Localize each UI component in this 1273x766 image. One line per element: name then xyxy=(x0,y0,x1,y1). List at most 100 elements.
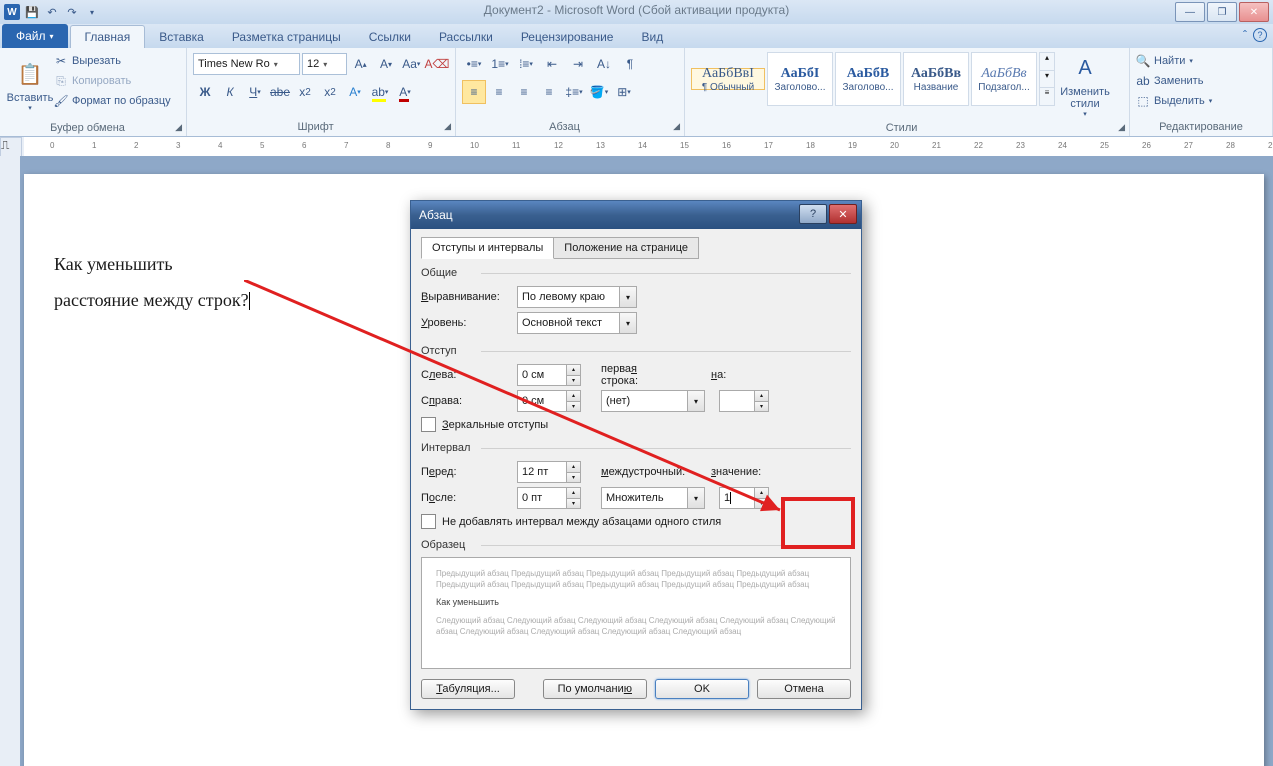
scroll-down-icon[interactable]: ▾ xyxy=(1040,70,1054,88)
ok-button[interactable]: OK xyxy=(655,679,749,699)
style-title[interactable]: АаБбВвНазвание xyxy=(903,52,969,106)
style-heading2[interactable]: АаБбВЗаголово... xyxy=(835,52,901,106)
borders-button[interactable]: ⊞▾ xyxy=(612,80,636,104)
style-gallery[interactable]: АаБбВвІ¶ Обычный АаБбІЗаголово... АаБбВЗ… xyxy=(691,52,1055,106)
styles-launcher-icon[interactable]: ◢ xyxy=(1118,122,1125,133)
highlight-button[interactable]: ab▾ xyxy=(368,80,392,104)
tab-insert[interactable]: Вставка xyxy=(145,26,218,48)
line-spacing-button[interactable]: ‡≡▾ xyxy=(562,80,586,104)
style-gallery-scroll[interactable]: ▴ ▾ ≡ xyxy=(1039,52,1055,106)
tabs-button[interactable]: Табуляция... xyxy=(421,679,515,699)
qat-dropdown-icon[interactable]: ▾ xyxy=(84,4,100,20)
horizontal-ruler[interactable]: ⎍ -1012345678910111213141516171819202122… xyxy=(0,137,1273,158)
text-effects-button[interactable]: A▾ xyxy=(343,80,367,104)
font-size-combo[interactable]: 12▾ xyxy=(302,53,347,75)
font-name-combo[interactable]: Times New Ro▾ xyxy=(193,53,300,75)
format-painter-button[interactable]: 🖌Формат по образцу xyxy=(54,92,171,110)
level-select[interactable]: Основной текст▾ xyxy=(517,312,637,334)
style-heading1[interactable]: АаБбІЗаголово... xyxy=(767,52,833,106)
justify-button[interactable]: ≡ xyxy=(537,80,561,104)
firstline-select[interactable]: (нет)▾ xyxy=(601,390,705,412)
dialog-titlebar[interactable]: Абзац ? ✕ xyxy=(411,201,861,229)
line-spacing-select[interactable]: Множитель▾ xyxy=(601,487,705,509)
indent-increase-button[interactable]: ⇥ xyxy=(566,52,590,76)
subscript-button[interactable]: x2 xyxy=(293,80,317,104)
spin-down-icon[interactable]: ▾ xyxy=(566,402,580,412)
dialog-help-button[interactable]: ? xyxy=(799,204,827,224)
tab-references[interactable]: Ссылки xyxy=(355,26,425,48)
superscript-button[interactable]: x2 xyxy=(318,80,342,104)
tab-home[interactable]: Главная xyxy=(70,25,146,48)
tab-review[interactable]: Рецензирование xyxy=(507,26,628,48)
copy-button[interactable]: ⎘Копировать xyxy=(54,72,171,90)
spin-up-icon[interactable]: ▴ xyxy=(566,391,580,402)
at-spinner[interactable]: 1▴▾ xyxy=(719,487,769,509)
spin-down-icon[interactable]: ▾ xyxy=(566,376,580,386)
clear-format-button[interactable]: A⌫ xyxy=(425,52,449,76)
spin-up-icon[interactable]: ▴ xyxy=(566,462,580,473)
gallery-more-icon[interactable]: ≡ xyxy=(1040,87,1054,105)
strike-button[interactable]: abe xyxy=(268,80,292,104)
underline-button[interactable]: Ч▾ xyxy=(243,80,267,104)
tab-file[interactable]: Файл ▾ xyxy=(2,24,68,48)
spin-down-icon[interactable]: ▾ xyxy=(754,499,768,509)
tab-mailings[interactable]: Рассылки xyxy=(425,26,507,48)
change-case-button[interactable]: Aa▾ xyxy=(400,52,423,76)
grow-font-button[interactable]: A▴ xyxy=(349,52,372,76)
no-space-same-style-checkbox[interactable]: Не добавлять интервал между абзацами одн… xyxy=(421,514,851,529)
help-icon[interactable]: ? xyxy=(1253,28,1267,42)
paragraph-launcher-icon[interactable]: ◢ xyxy=(673,121,680,132)
spin-down-icon[interactable]: ▾ xyxy=(566,499,580,509)
shrink-font-button[interactable]: A▾ xyxy=(374,52,397,76)
vertical-ruler[interactable] xyxy=(0,156,21,766)
spin-up-icon[interactable]: ▴ xyxy=(754,391,768,402)
spin-up-icon[interactable]: ▴ xyxy=(754,488,768,499)
style-subtitle[interactable]: АаБбВвПодзагол... xyxy=(971,52,1037,106)
numbering-button[interactable]: 1≡▾ xyxy=(488,52,512,76)
select-button[interactable]: ⬚Выделить▾ xyxy=(1136,92,1212,110)
mirror-indents-checkbox[interactable]: Зеркальные отступы xyxy=(421,417,851,432)
spin-down-icon[interactable]: ▾ xyxy=(754,402,768,412)
save-icon[interactable]: 💾 xyxy=(24,4,40,20)
align-left-button[interactable]: ≡ xyxy=(462,80,486,104)
before-spinner[interactable]: 12 пт▴▾ xyxy=(517,461,581,483)
dialog-close-button[interactable]: ✕ xyxy=(829,204,857,224)
font-color-button[interactable]: A▾ xyxy=(393,80,417,104)
show-marks-button[interactable]: ¶ xyxy=(618,52,642,76)
style-normal[interactable]: АаБбВвІ¶ Обычный xyxy=(691,68,765,90)
indent-decrease-button[interactable]: ⇤ xyxy=(540,52,564,76)
shading-button[interactable]: 🪣▾ xyxy=(587,80,611,104)
tab-view[interactable]: Вид xyxy=(627,26,677,48)
bullets-button[interactable]: •≡▾ xyxy=(462,52,486,76)
tab-page-position[interactable]: Положение на странице xyxy=(553,237,699,259)
italic-button[interactable]: К xyxy=(218,80,242,104)
cancel-button[interactable]: Отмена xyxy=(757,679,851,699)
bold-button[interactable]: Ж xyxy=(193,80,217,104)
alignment-select[interactable]: По левому краю▾ xyxy=(517,286,637,308)
paste-button[interactable]: 📋 Вставить▾ xyxy=(6,52,54,118)
undo-icon[interactable]: ↶ xyxy=(44,4,60,20)
find-button[interactable]: 🔍Найти▾ xyxy=(1136,52,1212,70)
replace-button[interactable]: abЗаменить xyxy=(1136,72,1212,90)
align-right-button[interactable]: ≡ xyxy=(512,80,536,104)
align-center-button[interactable]: ≡ xyxy=(487,80,511,104)
default-button[interactable]: По умолчанию xyxy=(543,679,647,699)
change-styles-button[interactable]: A Изменить стили▾ xyxy=(1055,52,1115,118)
after-spinner[interactable]: 0 пт▴▾ xyxy=(517,487,581,509)
redo-icon[interactable]: ↷ xyxy=(64,4,80,20)
ribbon-minimize-icon[interactable]: ˆ xyxy=(1243,28,1247,42)
multilevel-button[interactable]: ⁞≡▾ xyxy=(514,52,538,76)
font-launcher-icon[interactable]: ◢ xyxy=(444,121,451,132)
tab-page-layout[interactable]: Разметка страницы xyxy=(218,26,355,48)
firstline-by-spinner[interactable]: ▴▾ xyxy=(719,390,769,412)
clipboard-launcher-icon[interactable]: ◢ xyxy=(175,122,182,133)
document-text[interactable]: Как уменьшить расстояние между строк? xyxy=(54,246,250,318)
spin-up-icon[interactable]: ▴ xyxy=(566,488,580,499)
spin-up-icon[interactable]: ▴ xyxy=(566,365,580,376)
sort-button[interactable]: A↓ xyxy=(592,52,616,76)
indent-right-spinner[interactable]: 0 см▴▾ xyxy=(517,390,581,412)
minimize-button[interactable]: — xyxy=(1175,2,1205,22)
maximize-button[interactable]: ❐ xyxy=(1207,2,1237,22)
cut-button[interactable]: ✂Вырезать xyxy=(54,52,171,70)
close-button[interactable]: ✕ xyxy=(1239,2,1269,22)
